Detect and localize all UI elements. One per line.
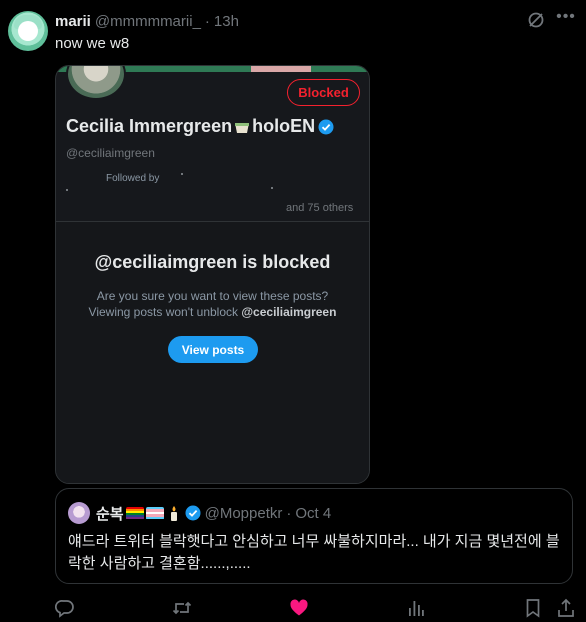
author-handle[interactable]: @mmmmmarii_ bbox=[95, 13, 201, 30]
quote-header: 순복 @Moppetkr · Oct 4 bbox=[96, 503, 331, 523]
views-icon[interactable] bbox=[406, 598, 426, 618]
transgender-flag-icon bbox=[145, 506, 164, 520]
blocked-question: Are you sure you want to view these post… bbox=[96, 289, 329, 303]
timestamp[interactable]: 13h bbox=[214, 13, 239, 30]
rainbow-flag-icon bbox=[125, 506, 144, 520]
like-icon[interactable] bbox=[289, 598, 309, 618]
profile-avatar bbox=[66, 66, 126, 100]
quote-author-name[interactable]: 순복 bbox=[96, 503, 124, 524]
tweet: marii @mmmmmarii_ · 13h ••• now we w8 Bl… bbox=[0, 0, 586, 622]
blocked-subtext-prefix: Viewing posts won't unblock bbox=[88, 305, 242, 319]
blocked-title: @ceciliaimgreen is blocked bbox=[94, 252, 331, 272]
verified-icon bbox=[185, 505, 201, 521]
blocked-subtext: Viewing posts won't unblock @ceciliaimgr… bbox=[56, 304, 369, 320]
candle-icon bbox=[170, 506, 177, 521]
reply-icon[interactable] bbox=[55, 598, 75, 618]
quote-avatar[interactable] bbox=[68, 502, 90, 524]
separator-dot: · bbox=[286, 504, 292, 522]
action-bar bbox=[0, 598, 586, 620]
profile-name-part1: Cecilia Immergreen bbox=[66, 116, 233, 136]
tweet-header: marii @mmmmmarii_ · 13h bbox=[55, 11, 239, 31]
repost-icon[interactable] bbox=[172, 598, 192, 618]
followed-by-avatars bbox=[66, 173, 286, 191]
avatar[interactable] bbox=[8, 11, 48, 51]
tweet-text: now we w8 bbox=[55, 35, 130, 52]
more-icon[interactable]: ••• bbox=[555, 9, 577, 31]
share-icon[interactable] bbox=[556, 598, 576, 618]
verified-icon bbox=[318, 119, 334, 134]
avatar-face bbox=[18, 21, 38, 41]
followers-count: and 75 others bbox=[286, 202, 354, 214]
view-posts-button: View posts bbox=[168, 336, 258, 363]
blocked-button: Blocked bbox=[287, 79, 360, 106]
blocked-subtext-handle: @ceciliaimgreen bbox=[241, 305, 337, 319]
profile-name: Cecilia Immergreen holoEN bbox=[66, 116, 334, 137]
bookmark-icon[interactable] bbox=[523, 598, 543, 618]
quote-timestamp[interactable]: Oct 4 bbox=[295, 505, 331, 522]
grok-icon[interactable] bbox=[527, 11, 545, 29]
media-image[interactable]: Blocked Cecilia Immergreen holoEN @cecil… bbox=[55, 65, 370, 484]
tea-cup-icon bbox=[235, 122, 250, 133]
quote-text: 얘드라 트위터 블락햇다고 안심하고 너무 싸불하지마라... 내가 지금 몇년… bbox=[68, 533, 560, 572]
author-name[interactable]: marii bbox=[55, 13, 91, 30]
profile-handle: @ceciliaimgreen bbox=[66, 146, 155, 160]
followed-by-label: Followed by bbox=[106, 173, 160, 184]
profile-name-part2: holoEN bbox=[252, 116, 316, 136]
quoted-tweet[interactable]: 순복 @Moppetkr · Oct 4 얘드라 트위터 블락햇다고 안심하고 … bbox=[55, 488, 573, 584]
separator-dot: · bbox=[204, 12, 210, 30]
quote-author-handle[interactable]: @Moppetkr bbox=[205, 505, 283, 522]
